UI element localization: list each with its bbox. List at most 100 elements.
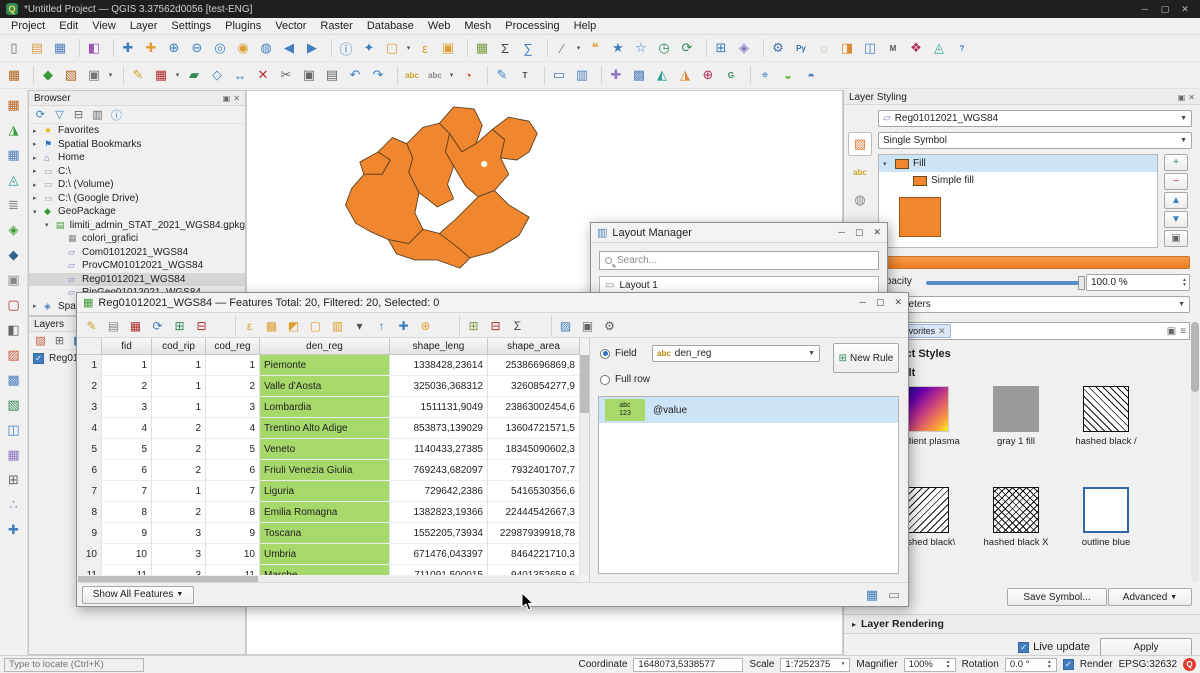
scale-combo[interactable]: 1:7252375 ▼ — [780, 658, 850, 672]
sep2[interactable] — [439, 316, 460, 336]
select-features[interactable]: ▢ — [381, 37, 403, 59]
layer-labeling[interactable]: abc — [401, 64, 423, 86]
zoom-last[interactable]: ◀ — [278, 37, 300, 59]
form-view-icon[interactable]: ▭ — [885, 586, 903, 604]
expander-icon[interactable]: ▸ — [33, 167, 41, 175]
full-row-radio-row[interactable]: Full row — [600, 374, 650, 385]
expander-icon[interactable]: ▸ — [33, 194, 41, 202]
style-item[interactable]: gray 1 fill — [972, 386, 1060, 447]
messages-button[interactable] — [1183, 658, 1196, 671]
close-button[interactable]: ✕ — [894, 297, 902, 308]
browser-help[interactable]: ⓘ — [108, 107, 125, 123]
undo[interactable]: ↶ — [344, 64, 366, 86]
add-wms-layer[interactable]: ▨ — [3, 344, 25, 366]
table-row[interactable]: 4 4 2 4 Trentino Alto Adige 853873,13902… — [78, 418, 580, 439]
filter-dropdown[interactable]: ▾ — [349, 316, 370, 336]
table-settings[interactable]: ⚙ — [599, 316, 620, 336]
render-checkbox[interactable] — [1063, 659, 1074, 670]
paste-features[interactable]: ▤ — [321, 64, 343, 86]
copy-features[interactable]: ▣ — [298, 64, 320, 86]
new-3d-map-view[interactable]: ◈ — [733, 37, 755, 59]
toggle-editing[interactable]: ✎ — [127, 64, 149, 86]
zoom-full[interactable]: ◎ — [209, 37, 231, 59]
add-xyz-layer[interactable]: ⊞ — [3, 469, 25, 491]
add-polygon-feature[interactable]: ▰ — [183, 64, 205, 86]
row-number[interactable]: 11 — [78, 565, 102, 575]
magnifier-spinbox[interactable]: 100% ▲▼ — [904, 658, 956, 672]
sep3[interactable] — [326, 39, 332, 57]
unit-combo[interactable]: Millimeters ▼ — [878, 296, 1190, 313]
locate-input[interactable] — [4, 658, 144, 672]
browser-item[interactable]: ▸ ★ Favorites — [29, 124, 245, 138]
street-view[interactable]: ◨ — [836, 37, 858, 59]
undock-panel-icon[interactable]: ▣ — [1178, 93, 1186, 102]
save-edits[interactable]: ▦ — [125, 316, 146, 336]
sep6[interactable] — [701, 39, 707, 57]
style-item[interactable]: hashed black X — [972, 487, 1060, 548]
sep1[interactable] — [28, 66, 34, 84]
style-item[interactable]: outline blue — [1062, 487, 1150, 548]
column-header-den-reg[interactable]: den_reg — [260, 338, 390, 355]
raster-calculator[interactable]: ▩ — [628, 64, 650, 86]
minimize-button[interactable]: ─ — [839, 227, 845, 238]
icon-view-icon[interactable]: ▣ — [1167, 326, 1176, 337]
lock-symbol-color[interactable]: ▣ — [1164, 230, 1188, 247]
field-radio-row[interactable]: Field — [600, 348, 637, 359]
add-spatialite-layer[interactable]: ◈ — [3, 219, 25, 241]
add-raster-layer[interactable]: ▦ — [3, 144, 25, 166]
show-bookmarks[interactable]: ☆ — [630, 37, 652, 59]
tab-symbology[interactable]: ▨ — [848, 132, 872, 156]
text-annotation[interactable]: T — [514, 64, 536, 86]
python-console[interactable]: Py — [790, 37, 812, 59]
show-layout-manager[interactable]: ▥ — [571, 64, 593, 86]
plugin-b[interactable]: ◬ — [928, 37, 950, 59]
sep4[interactable] — [482, 66, 488, 84]
column-header-fid[interactable]: fid — [102, 338, 152, 355]
menu-item[interactable]: Layer — [123, 19, 165, 33]
close-panel-icon[interactable]: ✕ — [233, 94, 240, 103]
rotation-spinbox[interactable]: 0.0 ° ▲▼ — [1005, 658, 1057, 672]
row-number[interactable]: 8 — [78, 502, 102, 523]
slider-handle[interactable] — [1078, 276, 1085, 290]
browser-properties-widget[interactable]: ▥ — [89, 107, 106, 123]
opacity-spinbox[interactable]: 100.0 % ▲▼ — [1086, 274, 1190, 291]
refresh-map[interactable]: ⟳ — [676, 37, 698, 59]
close-button[interactable]: ✕ — [873, 227, 881, 238]
conditional-formatting[interactable]: ▨ — [555, 316, 576, 336]
sep6[interactable] — [596, 66, 602, 84]
open-data-source-manager-side[interactable]: ▦ — [3, 94, 25, 116]
menu-item[interactable]: Settings — [164, 19, 218, 33]
open-field-calculator[interactable]: Σ — [507, 316, 528, 336]
close-button[interactable]: ✕ — [1176, 4, 1194, 15]
row-number[interactable]: 3 — [78, 397, 102, 418]
table-view-icon[interactable]: ▦ — [863, 586, 881, 604]
sep4[interactable] — [462, 39, 468, 57]
move-feature[interactable]: ↔ — [229, 64, 251, 86]
zoom-to-layer[interactable]: ◍ — [255, 37, 277, 59]
row-number[interactable]: 1 — [78, 355, 102, 376]
add-virtual-layer[interactable]: ◧ — [3, 319, 25, 341]
add-vector-layer[interactable]: ◮ — [3, 119, 25, 141]
select-by-expression[interactable]: ε — [239, 316, 260, 336]
table-row[interactable]: 11 11 3 11 Marche 711091,500015 94013526… — [78, 565, 580, 575]
add-group[interactable]: ⊞ — [51, 333, 68, 349]
move-symbol-up[interactable]: ▲ — [1164, 192, 1188, 209]
fill-color-button[interactable] — [878, 256, 1190, 269]
table-row[interactable]: 8 8 2 8 Emilia Romagna 1382823,19366 224… — [78, 502, 580, 523]
sep5[interactable] — [542, 39, 548, 57]
coordinate-value[interactable]: 1648073,5338577 — [633, 658, 743, 672]
sep5[interactable] — [539, 66, 545, 84]
tab-mask[interactable]: ◍ — [848, 188, 872, 212]
new-virtual-layer[interactable]: ▣ — [83, 64, 105, 86]
browser-item[interactable]: ▦ colori_grafici — [29, 232, 245, 246]
table-row[interactable]: 3 3 1 3 Lombardia 1511131,9049 238630024… — [78, 397, 580, 418]
browser-item[interactable]: ▸ ▭ C:\ — [29, 165, 245, 179]
menu-item[interactable]: Raster — [313, 19, 359, 33]
add-wcs-layer[interactable]: ▩ — [3, 369, 25, 391]
deselect-all[interactable]: ▣ — [437, 37, 459, 59]
project-save[interactable]: ▦ — [49, 37, 71, 59]
layout-search-input[interactable]: Search... — [599, 251, 879, 270]
zoom-to-selection[interactable]: ⊕ — [415, 316, 436, 336]
delete-selected[interactable]: ✕ — [252, 64, 274, 86]
full-row-radio[interactable] — [600, 375, 610, 385]
